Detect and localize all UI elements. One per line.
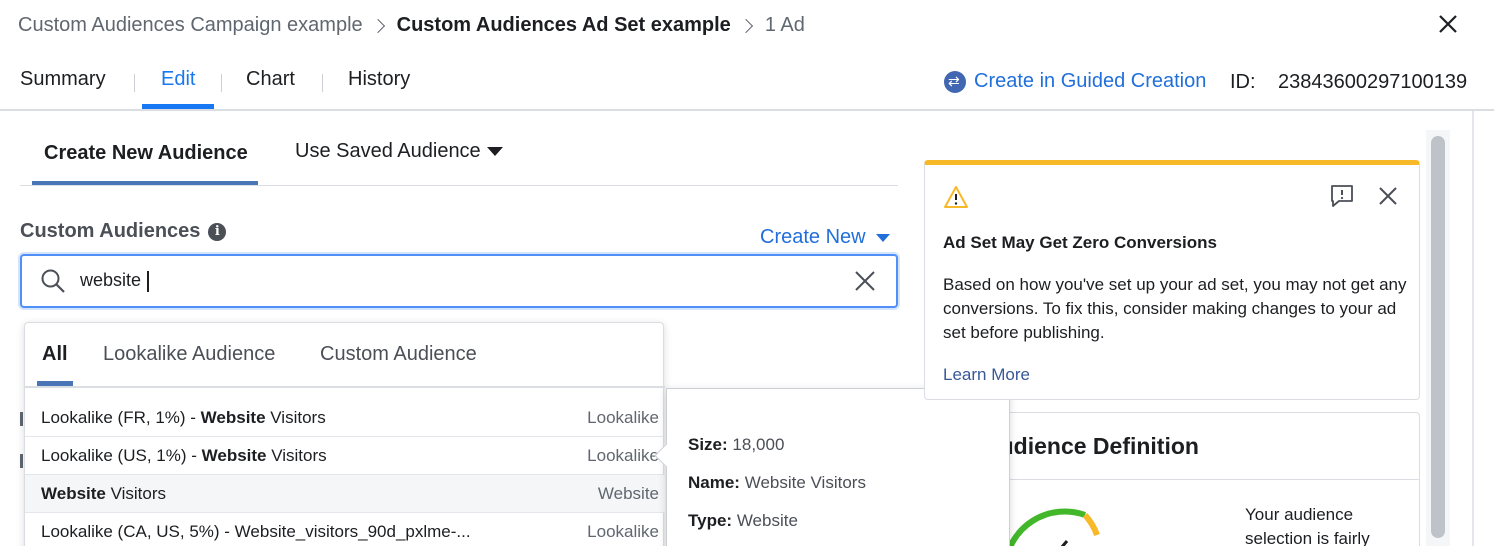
create-new-dropdown[interactable]: Create New	[760, 226, 890, 249]
feedback-icon[interactable]	[1329, 183, 1355, 209]
audience-name: Website Visitors	[41, 484, 166, 504]
audience-name-prefix: Lookalike (CA, US, 5%) - Website_visitor…	[41, 522, 471, 541]
dropdown-tab-custom[interactable]: Custom Audience	[320, 343, 477, 366]
chevron-right-icon	[738, 18, 753, 33]
tab-edit[interactable]: Edit	[161, 68, 195, 91]
close-icon[interactable]	[1434, 10, 1462, 38]
audience-name-prefix: Lookalike (US, 1%) -	[41, 446, 202, 465]
tab-create-new-audience[interactable]: Create New Audience	[44, 142, 248, 165]
tooltip-name-value: Website Visitors	[744, 473, 866, 492]
tooltip-size-label: Size:	[688, 435, 728, 454]
list-item[interactable]: Lookalike (US, 1%) - Website Visitors Lo…	[25, 437, 665, 475]
tab-summary[interactable]: Summary	[20, 68, 106, 91]
warning-body: Based on how you've set up your ad set, …	[943, 275, 1407, 342]
search-input[interactable]	[80, 270, 840, 291]
list-item[interactable]: Lookalike (CA, US, 5%) - Website_visitor…	[25, 513, 665, 546]
switch-icon	[944, 70, 966, 93]
tab-use-saved-audience[interactable]: Use Saved Audience	[295, 140, 503, 163]
audience-type: Lookalike	[587, 446, 659, 465]
audience-name-suffix: Visitors	[105, 484, 167, 503]
tooltip-type-label: Type:	[688, 511, 733, 530]
audience-definition-text: Your audience selection is fairly	[1245, 505, 1370, 546]
guided-creation-label: Create in Guided Creation	[974, 70, 1207, 92]
dropdown-tab-lookalike[interactable]: Lookalike Audience	[103, 343, 275, 366]
audience-details-tooltip: Size: 18,000 Name: Website Visitors Type…	[666, 388, 1010, 546]
guided-creation-link[interactable]: Create in Guided Creation	[944, 70, 1206, 93]
audience-name-match: Website	[41, 484, 106, 503]
scrollbar-thumb[interactable]	[1431, 136, 1445, 538]
search-icon	[41, 269, 65, 293]
audience-name-match: Website	[201, 446, 267, 465]
audience-definition-title: Audience Definition	[983, 433, 1199, 459]
id-value: 23843600297100139	[1278, 71, 1468, 93]
tab-chart[interactable]: Chart	[246, 68, 295, 91]
tab-divider	[322, 74, 323, 92]
create-new-label: Create New	[760, 226, 866, 248]
tooltip-size-value: 18,000	[732, 435, 785, 454]
list-item[interactable]: Lookalike (FR, 1%) - Website Visitors Lo…	[25, 399, 665, 437]
custom-audience-search[interactable]	[20, 254, 898, 308]
custom-audiences-title: Custom Audiences	[20, 220, 201, 242]
warning-title: Ad Set May Get Zero Conversions	[943, 233, 1217, 252]
breadcrumb-ad[interactable]: 1 Ad	[765, 14, 805, 37]
list-item[interactable]: Website Visitors Website	[25, 475, 665, 513]
caret-down-icon	[875, 233, 890, 242]
caret-down-icon	[486, 147, 503, 156]
tooltip-size: Size: 18,000	[688, 435, 784, 455]
audience-name: Lookalike (FR, 1%) - Website Visitors	[41, 408, 326, 428]
header-divider	[0, 109, 1494, 111]
audience-name: Lookalike (US, 1%) - Website Visitors	[41, 446, 327, 466]
info-icon[interactable]: i	[208, 222, 227, 241]
checkbox-fragment	[20, 454, 23, 468]
tab-divider	[221, 74, 222, 92]
audience-type: Website	[597, 484, 659, 503]
custom-audiences-label: Custom Audiences i	[20, 220, 227, 243]
tooltip-name: Name: Website Visitors	[688, 473, 866, 493]
close-icon[interactable]	[1377, 185, 1399, 207]
tab-history[interactable]: History	[348, 68, 410, 91]
chevron-right-icon	[370, 18, 385, 33]
audience-name-prefix: Lookalike (FR, 1%) -	[41, 408, 201, 427]
audience-name-suffix: Visitors	[265, 408, 326, 427]
dropdown-tab-all[interactable]: All	[42, 343, 68, 366]
breadcrumb-campaign[interactable]: Custom Audiences Campaign example	[18, 14, 363, 37]
clear-icon[interactable]	[854, 270, 876, 292]
use-saved-audience-label: Use Saved Audience	[295, 140, 481, 162]
id-label: ID:	[1230, 71, 1256, 93]
dropdown-divider	[25, 386, 665, 388]
audience-type: Lookalike	[587, 408, 659, 427]
audience-tabs-divider	[20, 185, 898, 186]
warning-card: Ad Set May Get Zero Conversions Based on…	[924, 160, 1420, 400]
text-cursor	[147, 271, 149, 292]
tooltip-type-value: Website	[736, 511, 798, 530]
warning-icon	[944, 186, 968, 208]
tooltip-type: Type: Website	[688, 511, 798, 531]
audience-name-match: Website	[200, 408, 266, 427]
audience-name: Lookalike (CA, US, 5%) - Website_visitor…	[41, 522, 471, 542]
panel-border	[1472, 111, 1474, 546]
learn-more-link[interactable]: Learn More	[943, 365, 1030, 385]
audience-dropdown: All Lookalike Audience Custom Audience L…	[24, 322, 665, 546]
tab-divider	[134, 74, 135, 92]
breadcrumb-adset[interactable]: Custom Audiences Ad Set example	[397, 14, 731, 37]
audience-type: Lookalike	[587, 522, 659, 541]
audience-name-suffix: Visitors	[266, 446, 327, 465]
breadcrumb: Custom Audiences Campaign example Custom…	[18, 14, 805, 37]
tooltip-name-label: Name:	[688, 473, 740, 492]
checkbox-fragment	[20, 412, 23, 426]
